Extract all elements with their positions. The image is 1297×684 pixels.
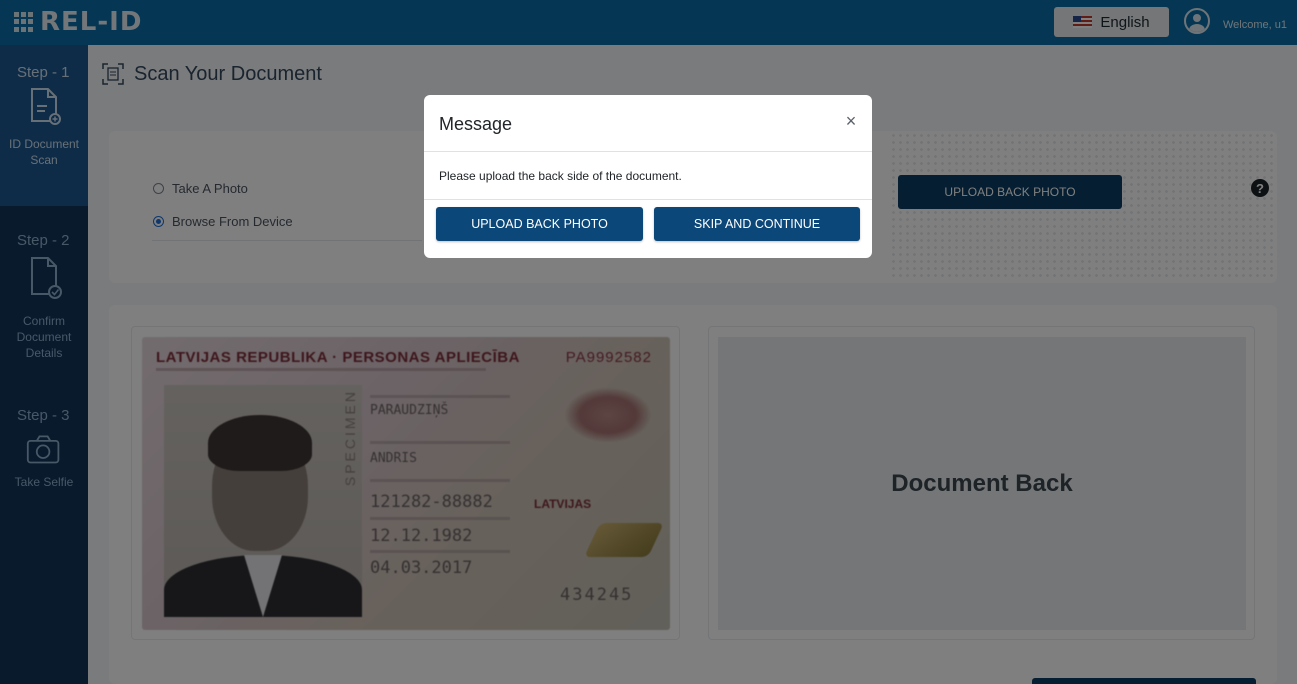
- dialog-header-divider: [424, 151, 872, 152]
- message-dialog: Message × Please upload the back side of…: [424, 95, 872, 258]
- close-icon[interactable]: ×: [843, 112, 859, 130]
- dialog-footer-divider: [424, 199, 872, 200]
- dialog-skip-and-continue-button[interactable]: SKIP AND CONTINUE: [654, 207, 860, 241]
- dialog-upload-back-photo-button[interactable]: UPLOAD BACK PHOTO: [436, 207, 643, 241]
- dialog-title: Message: [439, 114, 513, 134]
- dialog-message: Please upload the back side of the docum…: [439, 169, 682, 183]
